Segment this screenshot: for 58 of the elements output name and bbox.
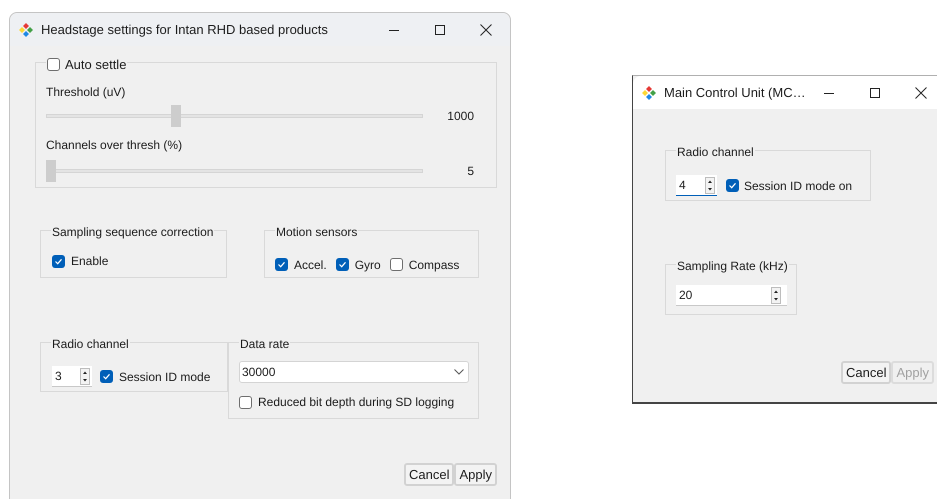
slider[interactable] (46, 160, 423, 182)
checkbox-label: Session ID mode (119, 368, 210, 386)
group-title: Motion sensors (276, 224, 358, 241)
close-icon (914, 86, 927, 98)
checkbox[interactable] (275, 258, 288, 271)
checkbox-label: Reduced bit depth during SD logging (258, 394, 454, 411)
dropdown[interactable]: 30000 (239, 361, 469, 383)
checkbox[interactable] (52, 254, 65, 268)
spin-box[interactable]: 3 (52, 366, 92, 387)
spin-box[interactable]: 4 (676, 175, 717, 196)
group-title: Radio channel (677, 144, 754, 161)
maximize-icon (435, 24, 445, 34)
dialog-button[interactable]: Cancel (841, 361, 892, 384)
check-icon (338, 260, 347, 269)
slider-value: 5 (467, 163, 474, 180)
checkbox-label: Auto settle (65, 56, 126, 74)
slider-thumb[interactable] (46, 160, 56, 182)
close-icon (480, 24, 492, 36)
check-icon (54, 256, 63, 266)
dialog-button[interactable]: Cancel (404, 463, 454, 486)
dialog-button[interactable]: Apply (454, 463, 497, 486)
app-icon (642, 86, 656, 100)
slider-thumb[interactable] (170, 105, 181, 127)
checkbox-label: Session ID mode on (744, 178, 852, 194)
spin-value: 4 (678, 177, 687, 194)
checkbox[interactable] (47, 58, 60, 72)
checkbox-label: Compass (408, 256, 460, 274)
maximize-icon (870, 88, 880, 98)
window-title: Headstage settings for Intan RHD based products (41, 20, 328, 39)
app-icon (19, 22, 33, 36)
check-icon (277, 260, 286, 269)
spin-value: 3 (54, 368, 63, 385)
checkbox-label: Gyro (354, 256, 381, 274)
spin-arrows-icon (80, 368, 90, 384)
group-title: Radio channel (52, 336, 129, 353)
checkbox[interactable] (390, 258, 403, 271)
slider[interactable] (46, 105, 423, 127)
check-icon (728, 181, 737, 190)
group-title: Sampling sequence correction (52, 224, 214, 241)
checkbox[interactable] (336, 258, 349, 271)
slider-label: Threshold (uV) (46, 84, 126, 99)
checkbox-label: Enable (71, 253, 108, 270)
checkbox[interactable] (100, 370, 113, 383)
slider-label: Channels over thresh (%) (46, 137, 184, 152)
group-title: Sampling Rate (kHz) (677, 258, 788, 275)
group-title: Data rate (240, 336, 290, 353)
dropdown-value: 30000 (242, 364, 276, 381)
slider-value: 1000 (447, 108, 474, 125)
spin-arrows-icon (771, 286, 781, 304)
check-icon (102, 372, 111, 381)
checkbox[interactable] (726, 179, 739, 192)
chevron-icon (454, 369, 464, 375)
spin-arrows-icon (705, 176, 715, 194)
checkbox[interactable] (239, 396, 252, 408)
checkbox-label: Accel. (294, 256, 327, 274)
spin-value: 20 (678, 287, 694, 304)
window-title: Main Control Unit (MC… (664, 84, 806, 102)
spin-box[interactable]: 20 (676, 285, 787, 306)
